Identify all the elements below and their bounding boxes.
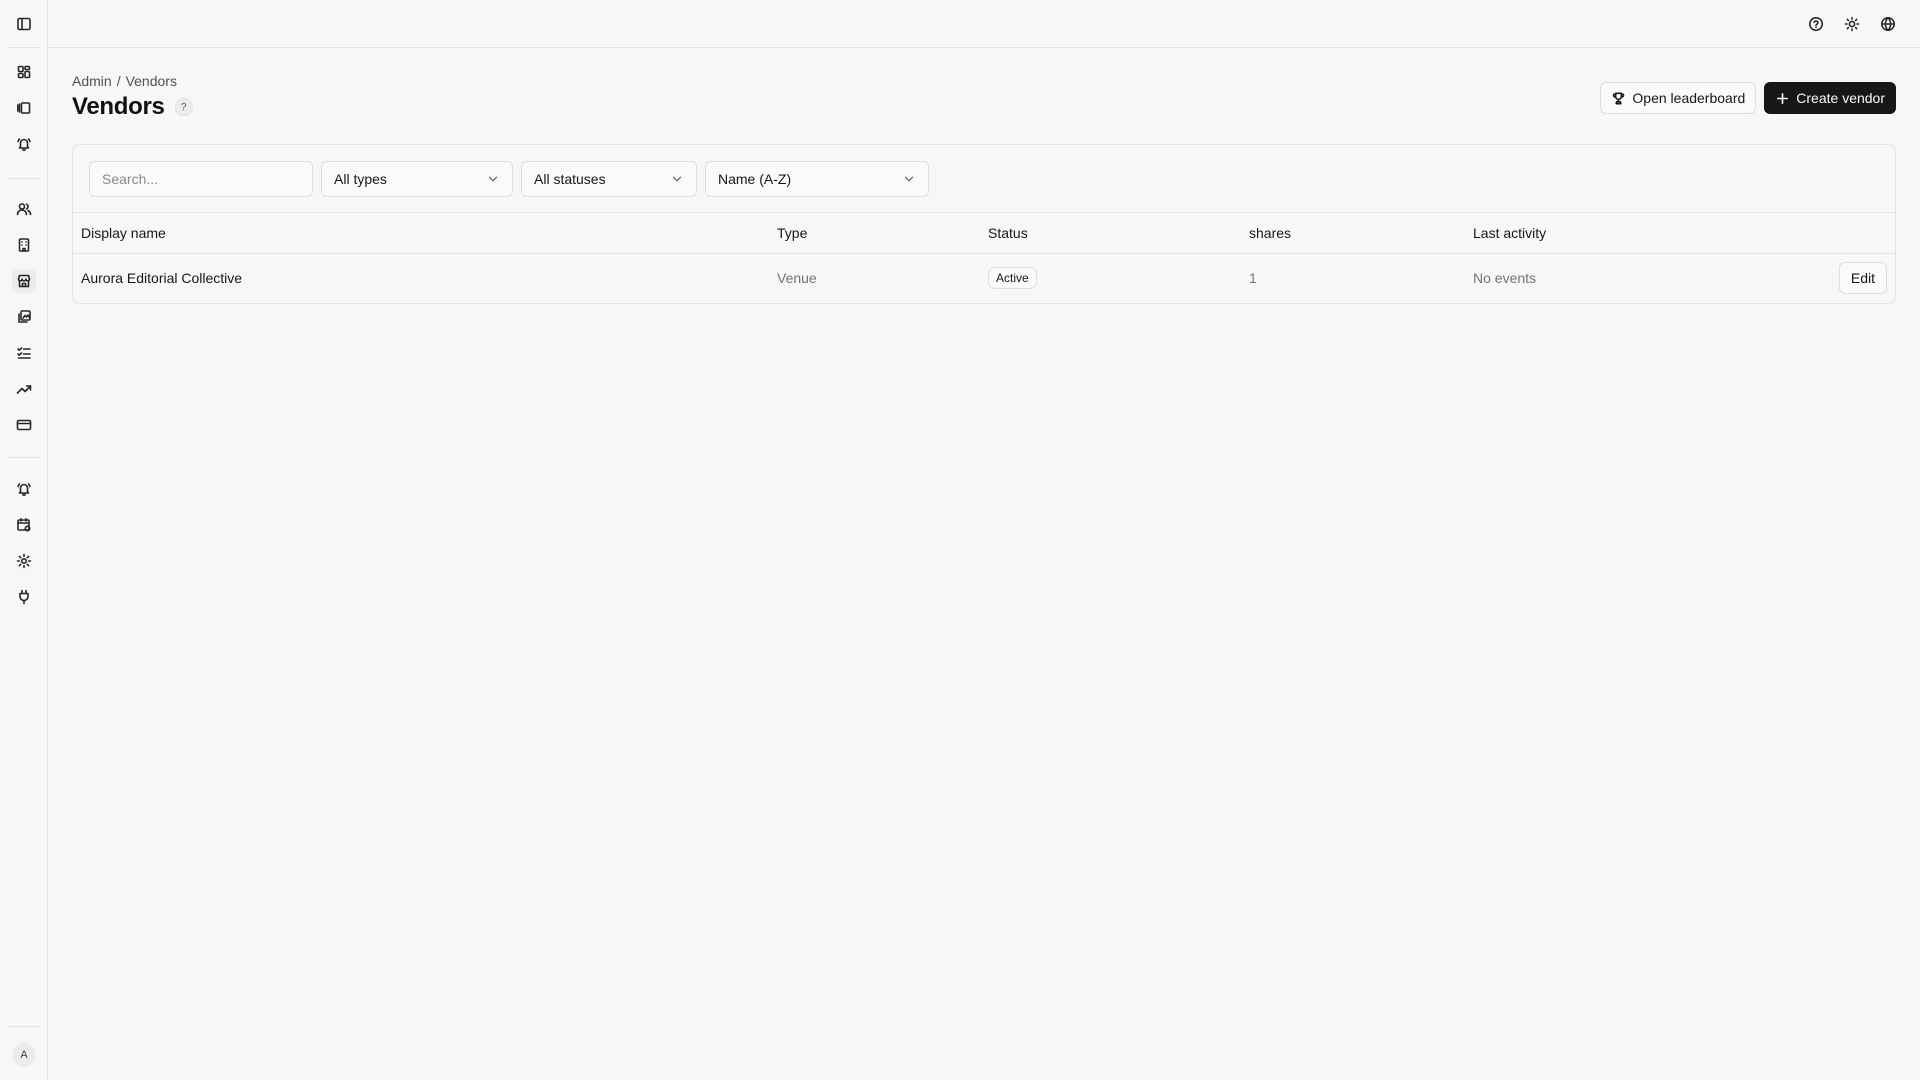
vendor-shares: 1	[1249, 270, 1257, 286]
store-icon[interactable]	[12, 269, 36, 293]
breadcrumb-separator: /	[116, 73, 121, 89]
page-actions: Open leaderboard Create vendor	[1600, 82, 1896, 114]
title-row: Vendors ?	[72, 93, 193, 121]
avatar[interactable]: A	[12, 1043, 36, 1067]
dashboard-icon[interactable]	[12, 60, 36, 84]
chevron-down-icon	[488, 176, 498, 182]
vendor-type: Venue	[777, 270, 817, 286]
trophy-icon	[1613, 92, 1625, 104]
sidebar-divider	[8, 457, 40, 458]
alerts-icon[interactable]	[12, 132, 36, 156]
open-leaderboard-button[interactable]: Open leaderboard	[1600, 82, 1757, 114]
vendors-card: Search... All types All statuses Name (A…	[72, 144, 1896, 304]
status-filter-select[interactable]: All statuses	[521, 161, 697, 197]
settings-icon[interactable]	[12, 549, 36, 573]
status-filter-value: All statuses	[534, 171, 606, 187]
breadcrumb-vendors[interactable]: Vendors	[126, 73, 177, 89]
help-icon[interactable]	[1804, 12, 1828, 36]
column-header-last-activity[interactable]: Last activity	[1473, 213, 1546, 253]
type-filter-select[interactable]: All types	[321, 161, 513, 197]
page-title: Vendors	[72, 93, 165, 120]
sort-select[interactable]: Name (A-Z)	[705, 161, 929, 197]
sort-value: Name (A-Z)	[718, 171, 792, 187]
table-row[interactable]: Aurora Editorial Collective Venue Active…	[73, 254, 1895, 302]
chevron-down-icon	[672, 176, 682, 182]
building-icon[interactable]	[12, 233, 36, 257]
vendor-status: Active	[988, 254, 1037, 302]
media-icon[interactable]	[12, 305, 36, 329]
vendors-table: Display name Type Status shares Last act…	[73, 212, 1895, 302]
tasks-icon[interactable]	[12, 341, 36, 365]
vendor-name[interactable]: Aurora Editorial Collective	[81, 254, 242, 302]
status-badge: Active	[988, 267, 1037, 289]
create-vendor-button[interactable]: Create vendor	[1764, 82, 1896, 114]
library-icon[interactable]	[12, 96, 36, 120]
sidebar-divider	[8, 1026, 40, 1027]
top-bar	[48, 0, 1920, 48]
table-header: Display name Type Status shares Last act…	[73, 212, 1895, 254]
integrations-icon[interactable]	[12, 585, 36, 609]
billing-icon[interactable]	[12, 413, 36, 437]
plus-icon	[1777, 92, 1789, 104]
type-filter-value: All types	[334, 171, 387, 187]
column-header-display-name[interactable]: Display name	[81, 213, 166, 253]
notifications-icon[interactable]	[12, 477, 36, 501]
column-header-type[interactable]: Type	[777, 213, 807, 253]
vendor-last-activity: No events	[1473, 270, 1537, 286]
filter-bar: Search... All types All statuses Name (A…	[89, 161, 929, 197]
sidebar: A	[0, 0, 48, 1080]
sidebar-divider	[8, 47, 40, 48]
breadcrumb-admin[interactable]: Admin	[72, 73, 112, 89]
breadcrumb: Admin / Vendors	[72, 73, 177, 89]
trending-icon[interactable]	[12, 377, 36, 401]
open-leaderboard-label: Open leaderboard	[1632, 90, 1746, 106]
search-input[interactable]: Search...	[89, 161, 313, 197]
calendar-settings-icon[interactable]	[12, 513, 36, 537]
theme-icon[interactable]	[1840, 12, 1864, 36]
help-badge[interactable]: ?	[174, 98, 193, 116]
sidebar-divider	[8, 178, 40, 179]
users-icon[interactable]	[12, 197, 36, 221]
create-vendor-label: Create vendor	[1796, 90, 1885, 106]
chevron-down-icon	[904, 176, 914, 182]
language-icon[interactable]	[1876, 12, 1900, 36]
edit-button[interactable]: Edit	[1838, 262, 1887, 294]
column-header-status[interactable]: Status	[988, 213, 1028, 253]
column-header-shares[interactable]: shares	[1249, 213, 1291, 253]
panel-toggle-icon[interactable]	[12, 12, 36, 36]
